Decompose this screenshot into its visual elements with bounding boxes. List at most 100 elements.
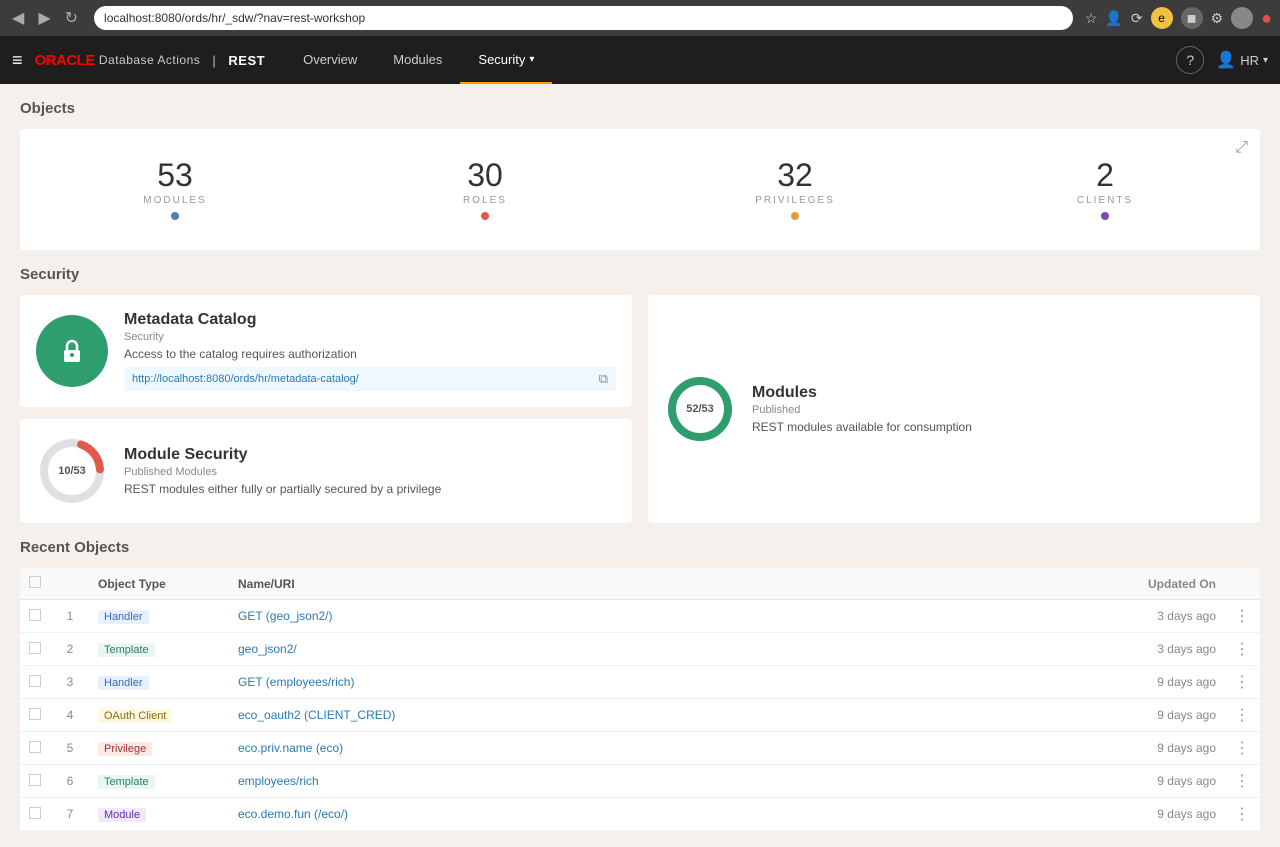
row-actions[interactable]: ⋮ xyxy=(1224,639,1260,659)
row-updated: 9 days ago xyxy=(1064,774,1224,788)
row-select-checkbox[interactable] xyxy=(29,642,41,654)
object-link[interactable]: GET (employees/rich) xyxy=(238,675,354,689)
nav-security-label: Security xyxy=(478,52,525,67)
user-circle-icon[interactable]: 👤 xyxy=(1105,10,1122,27)
table-row: 1 Handler GET (geo_json2/) 3 days ago ⋮ xyxy=(20,600,1260,633)
row-actions[interactable]: ⋮ xyxy=(1224,804,1260,824)
metadata-catalog-title: Metadata Catalog xyxy=(124,311,616,329)
more-options-icon[interactable]: ⋮ xyxy=(1234,707,1250,724)
privileges-dot xyxy=(791,212,799,220)
row-type: OAuth Client xyxy=(90,708,230,723)
nav-security[interactable]: Security ▾ xyxy=(460,36,552,84)
extension-icon-2[interactable]: ◼ xyxy=(1181,7,1203,29)
nav-modules[interactable]: Modules xyxy=(375,36,460,84)
browser-chrome: ◀ ▶ ↻ localhost:8080/ords/hr/_sdw/?nav=r… xyxy=(0,0,1280,36)
row-updated: 9 days ago xyxy=(1064,675,1224,689)
stat-modules: 53 MODULES xyxy=(20,149,330,230)
history-icon[interactable]: ⟳ xyxy=(1131,10,1143,27)
row-select-checkbox[interactable] xyxy=(29,609,41,621)
row-checkbox xyxy=(20,708,50,723)
module-security-card: 10/53 Module Security Published Modules … xyxy=(20,419,632,523)
header-updated: Updated On xyxy=(1064,577,1224,591)
object-link[interactable]: GET (geo_json2/) xyxy=(238,609,333,623)
url-bar[interactable]: localhost:8080/ords/hr/_sdw/?nav=rest-wo… xyxy=(94,6,1073,30)
modules-card-desc: REST modules available for consumption xyxy=(752,420,972,434)
row-actions[interactable]: ⋮ xyxy=(1224,606,1260,626)
star-icon[interactable]: ☆ xyxy=(1085,10,1098,27)
metadata-catalog-subtitle: Security xyxy=(124,331,616,343)
row-actions[interactable]: ⋮ xyxy=(1224,738,1260,758)
row-select-checkbox[interactable] xyxy=(29,741,41,753)
object-link[interactable]: employees/rich xyxy=(238,774,319,788)
row-select-checkbox[interactable] xyxy=(29,708,41,720)
app-nav: Overview Modules Security ▾ xyxy=(285,36,552,84)
extensions-icon[interactable]: ⚙ xyxy=(1211,10,1224,27)
type-badge: Handler xyxy=(98,676,149,690)
profile-icon[interactable] xyxy=(1231,7,1253,29)
refresh-button[interactable]: ↻ xyxy=(61,6,82,30)
close-icon[interactable]: ● xyxy=(1261,8,1272,29)
help-button[interactable]: ? xyxy=(1176,46,1204,74)
object-link[interactable]: eco.priv.name (eco) xyxy=(238,741,343,755)
metadata-catalog-desc: Access to the catalog requires authoriza… xyxy=(124,347,616,361)
row-checkbox xyxy=(20,642,50,657)
row-checkbox xyxy=(20,609,50,624)
row-updated: 3 days ago xyxy=(1064,609,1224,623)
row-updated: 3 days ago xyxy=(1064,642,1224,656)
more-options-icon[interactable]: ⋮ xyxy=(1234,608,1250,625)
hamburger-menu[interactable]: ≡ xyxy=(12,50,23,71)
more-options-icon[interactable]: ⋮ xyxy=(1234,641,1250,658)
extension-icon-1[interactable]: e xyxy=(1151,7,1173,29)
roles-label: ROLES xyxy=(330,195,640,206)
header-type: Object Type xyxy=(90,577,230,591)
type-badge: Handler xyxy=(98,610,149,624)
row-actions[interactable]: ⋮ xyxy=(1224,672,1260,692)
type-badge: Template xyxy=(98,775,155,789)
more-options-icon[interactable]: ⋮ xyxy=(1234,773,1250,790)
row-checkbox xyxy=(20,741,50,756)
row-actions[interactable]: ⋮ xyxy=(1224,705,1260,725)
more-options-icon[interactable]: ⋮ xyxy=(1234,674,1250,691)
user-menu[interactable]: 👤 HR ▾ xyxy=(1216,50,1268,70)
modules-label: MODULES xyxy=(20,195,330,206)
row-select-checkbox[interactable] xyxy=(29,675,41,687)
recent-objects-table: Object Type Name/URI Updated On 1 Handle… xyxy=(20,568,1260,831)
metadata-catalog-card: Metadata Catalog Security Access to the … xyxy=(20,295,632,407)
row-select-checkbox[interactable] xyxy=(29,774,41,786)
more-options-icon[interactable]: ⋮ xyxy=(1234,740,1250,757)
expand-icon[interactable]: ⤢ xyxy=(1235,139,1248,157)
row-name: employees/rich xyxy=(230,774,1064,788)
object-link[interactable]: geo_json2/ xyxy=(238,642,297,656)
more-options-icon[interactable]: ⋮ xyxy=(1234,806,1250,823)
clients-dot xyxy=(1101,212,1109,220)
browser-toolbar-icons: ☆ 👤 ⟳ e ◼ ⚙ ● xyxy=(1085,7,1272,29)
type-badge: OAuth Client xyxy=(98,709,172,723)
back-button[interactable]: ◀ xyxy=(8,6,28,30)
header-right: ? 👤 HR ▾ xyxy=(1176,46,1268,74)
recent-objects-title: Recent Objects xyxy=(20,539,1260,556)
row-checkbox xyxy=(20,807,50,822)
object-link[interactable]: eco.demo.fun (/eco/) xyxy=(238,807,348,821)
nav-overview[interactable]: Overview xyxy=(285,36,375,84)
metadata-url-text: http://localhost:8080/ords/hr/metadata-c… xyxy=(132,373,359,385)
row-type: Template xyxy=(90,642,230,657)
modules-card: 52/53 Modules Published REST modules ava… xyxy=(648,295,1260,523)
row-type: Privilege xyxy=(90,741,230,756)
row-actions[interactable]: ⋮ xyxy=(1224,771,1260,791)
oracle-logo-text: ORACLE xyxy=(35,52,95,69)
table-row: 3 Handler GET (employees/rich) 9 days ag… xyxy=(20,666,1260,699)
module-security-title: Module Security xyxy=(124,446,441,464)
copy-url-button[interactable]: ⧉ xyxy=(599,371,608,387)
forward-button[interactable]: ▶ xyxy=(34,6,54,30)
security-dropdown-arrow: ▾ xyxy=(529,54,534,65)
row-select-checkbox[interactable] xyxy=(29,807,41,819)
lock-icon xyxy=(54,333,90,369)
stat-privileges: 32 PRIVILEGES xyxy=(640,149,950,230)
security-left-col: Metadata Catalog Security Access to the … xyxy=(20,295,632,523)
row-name: eco.priv.name (eco) xyxy=(230,741,1064,755)
table-body: 1 Handler GET (geo_json2/) 3 days ago ⋮ … xyxy=(20,600,1260,831)
user-label: HR xyxy=(1240,53,1259,68)
select-all-checkbox[interactable] xyxy=(29,576,41,588)
module-security-donut: 10/53 xyxy=(36,435,108,507)
row-num: 7 xyxy=(50,807,90,821)
